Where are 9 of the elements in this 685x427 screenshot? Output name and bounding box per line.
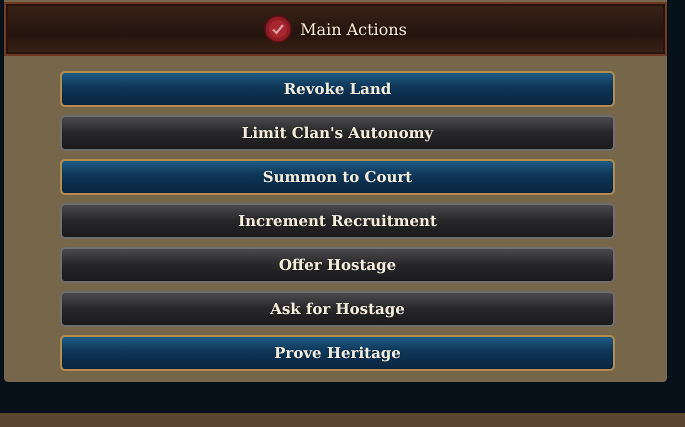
action-button[interactable]: Increment Recruitment [60, 203, 615, 239]
action-button[interactable]: Ask for Hostage [60, 291, 615, 327]
action-button[interactable]: Prove Heritage [60, 335, 615, 371]
action-button[interactable]: Revoke Land [60, 71, 615, 107]
action-button[interactable]: Summon to Court [60, 159, 615, 195]
action-button[interactable]: Limit Clan's Autonomy [60, 115, 615, 151]
action-button[interactable]: Offer Hostage [60, 247, 615, 283]
panel-title: Main Actions [300, 20, 407, 38]
seal-check-icon [264, 15, 292, 43]
